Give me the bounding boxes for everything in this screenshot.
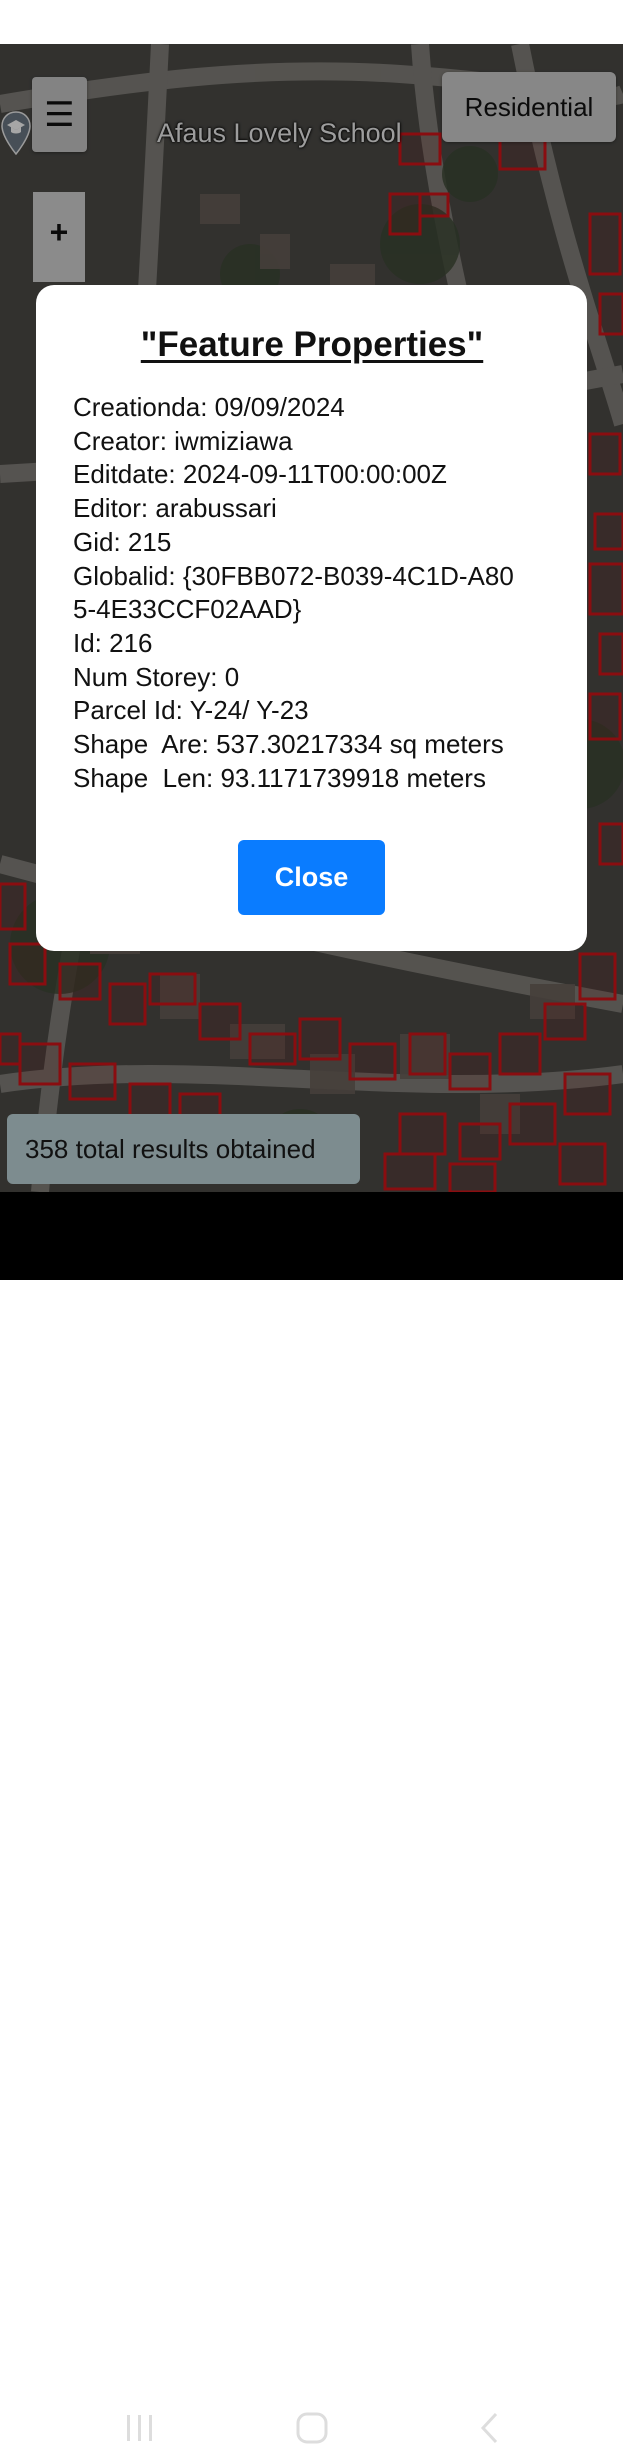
property-parcel-id: Parcel Id: Y-24/ Y-23: [73, 695, 309, 726]
home-icon[interactable]: [294, 2410, 332, 2448]
property-globalid: Globalid: {30FBB072-B039-4C1D-A80: [73, 560, 514, 591]
property-shape-area: Shape Are: 537.30217334 sq meters: [73, 729, 504, 760]
status-bar: [0, 0, 623, 44]
property-shape-length: Shape Len: 93.1171739918 meters: [73, 762, 486, 793]
property-gid: Gid: 215: [73, 526, 172, 557]
properties-list: Creationda: 09/09/2024 Creator: iwmiziaw…: [73, 391, 551, 795]
property-editdate: Editdate: 2024-09-11T00:00:00Z: [73, 459, 447, 490]
property-creator: Creator: iwmiziawa: [73, 425, 293, 456]
dialog-title: "Feature Properties": [140, 325, 484, 364]
property-editor: Editor: arabussari: [73, 493, 277, 524]
results-count-badge: 358 total results obtained: [7, 1114, 360, 1184]
recent-apps-icon[interactable]: [122, 2410, 158, 2446]
property-id: Id: 216: [73, 627, 153, 658]
system-nav-bar: [0, 1192, 623, 2444]
property-num-storey: Num Storey: 0: [73, 661, 240, 692]
close-button[interactable]: Close: [238, 840, 385, 915]
property-creationda: Creationda: 09/09/2024: [73, 392, 345, 422]
back-icon[interactable]: [473, 2410, 509, 2446]
property-globalid-cont: 5-4E33CCF02AAD}: [73, 594, 302, 625]
feature-properties-dialog: "Feature Properties" Creationda: 09/09/2…: [36, 285, 587, 951]
